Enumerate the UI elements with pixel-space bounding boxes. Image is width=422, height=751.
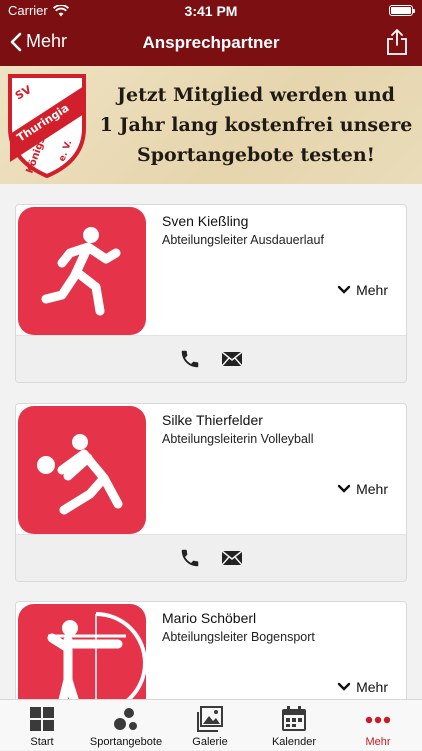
tab-kalender[interactable]: Kalender (252, 700, 336, 751)
volleyball-player-icon (37, 434, 123, 515)
share-icon (387, 29, 407, 55)
more-label: Mehr (356, 481, 388, 497)
contact-card[interactable]: Sven Kießling Abteilungsleiter Ausdauerl… (15, 204, 407, 383)
banner-line: Sportangebote testen! (137, 144, 375, 166)
archer-icon (47, 612, 147, 699)
page-title: Ansprechpartner (142, 33, 280, 52)
tab-label: Mehr (365, 736, 391, 748)
contact-role: Abteilungsleiter Bogensport (162, 630, 315, 644)
navigation-bar: Mehr Ansprechpartner (0, 22, 422, 66)
contact-actions (16, 335, 406, 382)
contact-role: Abteilungsleiter Ausdauerlauf (162, 233, 324, 247)
membership-banner[interactable]: SV Thuringia Königsee e. V. Jetzt Mitgli… (0, 66, 422, 184)
contact-actions (16, 534, 406, 581)
banner-text: Jetzt Mitglied werden und 1 Jahr lang ko… (94, 80, 418, 170)
contact-card[interactable]: Mario Schöberl Abteilungsleiter Bogenspo… (15, 601, 407, 699)
tab-label: Galerie (192, 736, 228, 748)
more-label: Mehr (356, 282, 388, 298)
banner-line: Jetzt Mitglied werden und (117, 84, 395, 106)
more-button[interactable]: Mehr (337, 481, 388, 497)
tab-label: Kalender (271, 736, 317, 748)
runner-icon (41, 227, 121, 316)
contact-name: Sven Kießling (162, 213, 249, 229)
contact-list[interactable]: Sven Kießling Abteilungsleiter Ausdauerl… (0, 184, 422, 699)
club-logo: SV Thuringia Königsee e. V. (8, 74, 86, 178)
more-button[interactable]: Mehr (337, 282, 388, 298)
more-button[interactable]: Mehr (337, 679, 388, 695)
phone-icon[interactable] (179, 547, 201, 569)
phone-icon[interactable] (179, 348, 201, 370)
contact-card[interactable]: Silke Thierfelder Abteilungsleiterin Vol… (15, 403, 407, 582)
tab-label: Sportangebote (89, 736, 163, 748)
contact-image (18, 207, 146, 335)
tab-mehr[interactable]: Mehr (336, 700, 420, 751)
balls-icon (114, 708, 137, 730)
mail-icon[interactable] (221, 549, 243, 567)
contact-image (18, 604, 147, 699)
contact-name: Mario Schöberl (162, 610, 257, 626)
top-bar: Carrier 3:41 PM Mehr Ansprechpartner (0, 0, 422, 66)
gallery-icon (197, 706, 223, 732)
grid-icon (30, 707, 54, 731)
battery-icon (389, 5, 415, 16)
status-time: 3:41 PM (184, 3, 238, 19)
more-dots-icon (365, 716, 391, 724)
contact-role: Abteilungsleiterin Volleyball (162, 432, 314, 446)
tab-galerie[interactable]: Galerie (168, 700, 252, 751)
more-label: Mehr (356, 679, 388, 695)
share-button[interactable] (386, 28, 408, 61)
tab-label: Start (30, 736, 54, 748)
mail-icon[interactable] (221, 350, 243, 368)
contact-name: Silke Thierfelder (162, 412, 263, 428)
calendar-icon (282, 706, 306, 731)
tab-bar: Start Sportangebote Galerie Kalender Meh… (0, 699, 422, 750)
tab-start[interactable]: Start (0, 700, 84, 751)
chevron-down-icon (337, 484, 351, 493)
banner-line: 1 Jahr lang kostenfrei unsere (99, 114, 413, 136)
chevron-down-icon (337, 682, 351, 691)
contact-image (18, 406, 146, 534)
status-bar: Carrier 3:41 PM (0, 0, 422, 22)
chevron-down-icon (337, 285, 351, 294)
tab-sportangebote[interactable]: Sportangebote (84, 700, 168, 751)
